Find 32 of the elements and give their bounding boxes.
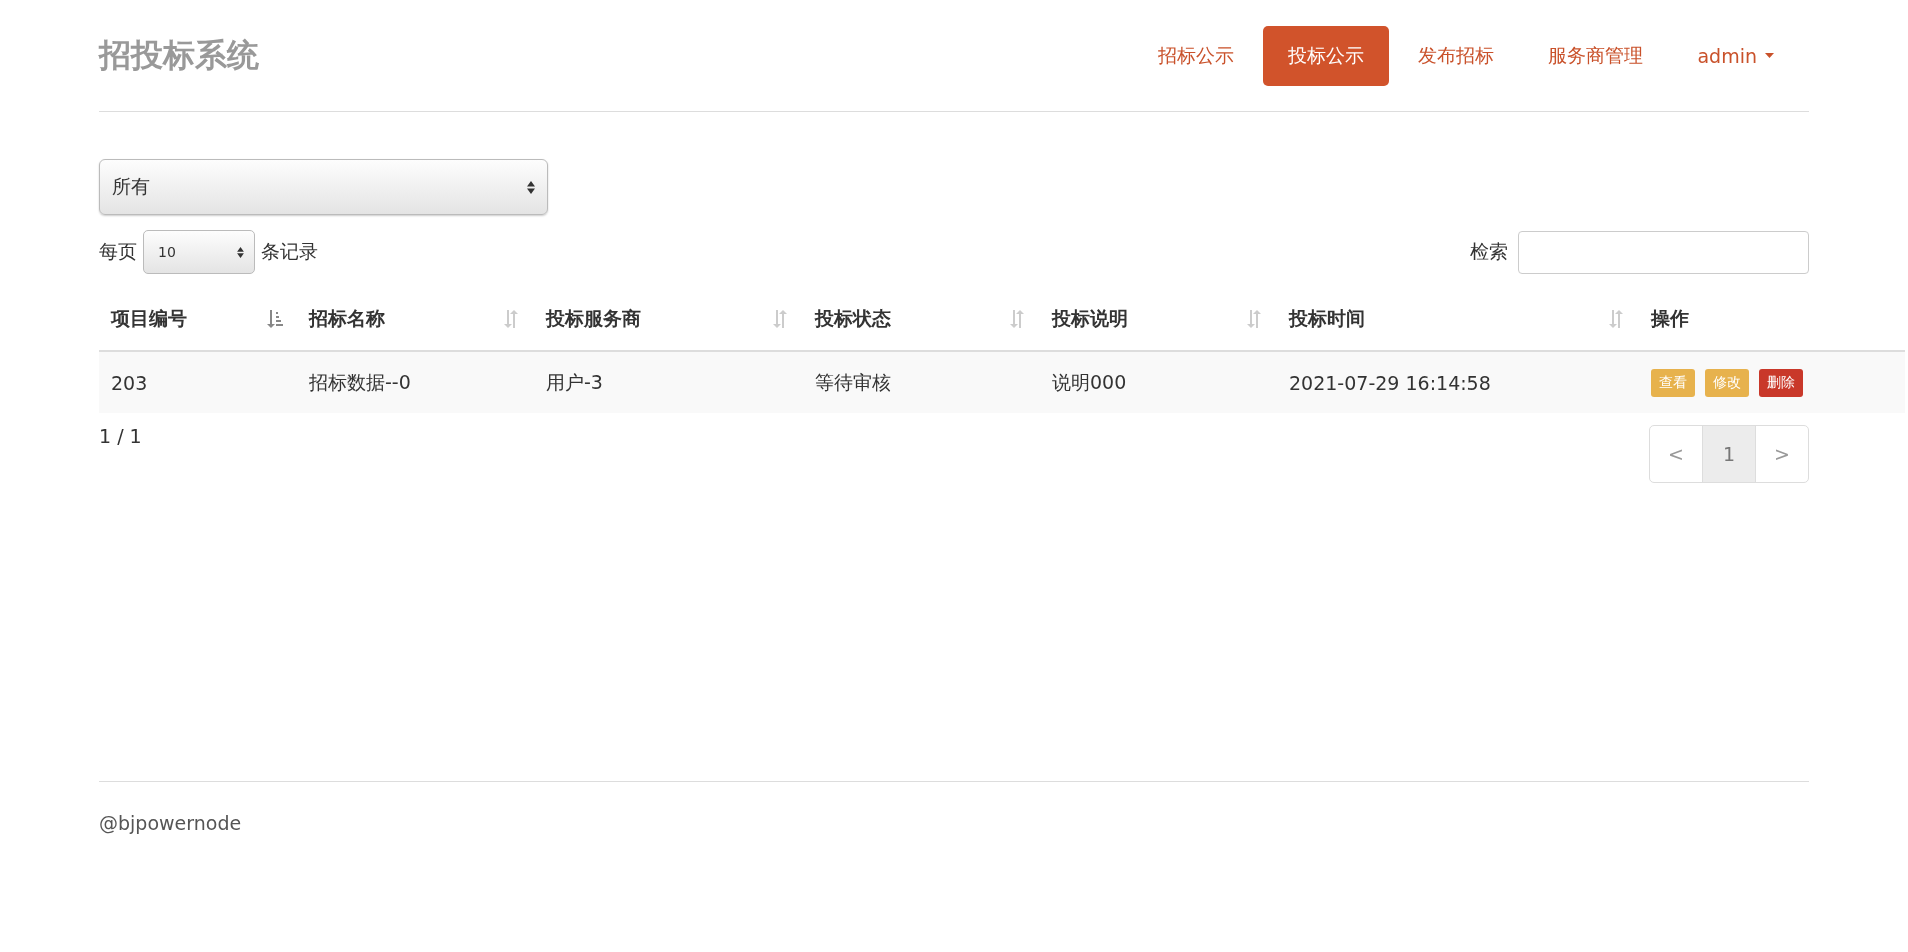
nav-link[interactable]: 发布招标 xyxy=(1393,25,1520,86)
sort-descending-icon xyxy=(267,310,283,328)
nav-link[interactable]: admin xyxy=(1672,27,1799,84)
updown-icon xyxy=(527,180,535,194)
table-cell: 等待审核 xyxy=(803,351,1040,413)
action-button[interactable]: 删除 xyxy=(1759,368,1803,397)
sort-icon xyxy=(1010,310,1026,328)
sort-icon xyxy=(1609,310,1625,328)
nav-link[interactable]: 投标公示 xyxy=(1263,25,1390,86)
nav-link[interactable]: 招标公示 xyxy=(1133,25,1260,86)
page-info: 1 / 1 xyxy=(99,425,142,447)
pagination-button[interactable]: > xyxy=(1755,425,1809,483)
sort-icon xyxy=(1247,310,1263,328)
pagination-button[interactable]: 1 xyxy=(1702,425,1756,483)
page-size-label: 每页 xyxy=(99,239,137,264)
search-field[interactable] xyxy=(1518,230,1809,274)
nav-link[interactable]: 服务商管理 xyxy=(1523,25,1669,86)
updown-icon xyxy=(237,246,244,258)
footer-text: @bjpowernode xyxy=(99,812,242,834)
page-size-label: 条记录 xyxy=(261,239,318,264)
table-cell: 用户-3 xyxy=(534,351,803,413)
page-size-select[interactable]: 10 xyxy=(143,230,255,274)
table-cell: 2021-07-29 16:14:58 xyxy=(1277,351,1639,413)
sort-icon xyxy=(504,310,520,328)
table-cell: 说明000 xyxy=(1040,351,1277,413)
caret-icon xyxy=(1765,53,1774,58)
table-cell: 203 xyxy=(99,351,297,413)
table-cell: 招标数据--0 xyxy=(297,351,534,413)
sort-icon xyxy=(773,310,789,328)
filter-select[interactable]: 所有 xyxy=(99,159,548,215)
brand-title: 招投标系统 xyxy=(99,34,259,76)
search-label: 检索 xyxy=(1470,239,1508,264)
